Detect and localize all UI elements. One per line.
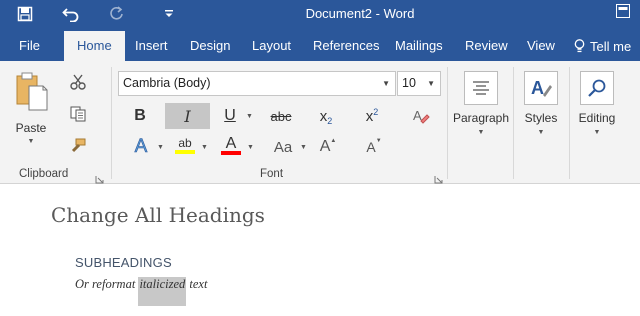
superscript-button[interactable]: x2 [358, 103, 386, 129]
tab-home[interactable]: Home [64, 31, 125, 61]
copy-icon[interactable] [64, 101, 92, 127]
font-size-combo[interactable]: 10 ▼ [397, 71, 441, 96]
highlight-color-bar [175, 149, 195, 154]
group-separator [447, 67, 448, 179]
ribbon-tabs: File Home Insert Design Layout Reference… [0, 31, 640, 61]
editing-button[interactable]: Editing ▼ [574, 67, 620, 163]
ribbon-display-options-icon[interactable] [616, 4, 630, 18]
chevron-down-icon[interactable]: ▼ [201, 144, 208, 151]
group-separator [513, 67, 514, 179]
body-paragraph[interactable]: Or reformat italicized text [75, 277, 208, 306]
tab-review[interactable]: Review [465, 31, 508, 61]
shrink-font-button[interactable]: A ▼ [362, 134, 386, 160]
strikethrough-button[interactable]: abc [264, 103, 298, 129]
font-color-label: A [225, 134, 237, 152]
group-separator [111, 67, 112, 179]
font-group-label: Font [260, 168, 284, 180]
tab-references[interactable]: References [313, 31, 379, 61]
chevron-down-icon: ▼ [382, 79, 390, 88]
caret-up-icon: ▲ [330, 138, 337, 144]
body-text-end: text [186, 277, 208, 291]
paragraph-label: Paragraph [452, 111, 510, 125]
tab-view[interactable]: View [527, 31, 555, 61]
clipboard-launcher-icon[interactable] [95, 171, 104, 184]
highlight-button[interactable]: ab [172, 132, 198, 158]
font-color-button[interactable]: A [218, 132, 244, 158]
editing-label: Editing [578, 111, 616, 125]
tell-me-label: Tell me [590, 38, 632, 54]
grow-font-label: A [319, 138, 331, 155]
chevron-down-icon: ▼ [477, 129, 485, 136]
change-case-button[interactable]: Aa [268, 134, 298, 160]
styles-button[interactable]: A Styles ▼ [518, 67, 564, 163]
tab-insert[interactable]: Insert [135, 31, 168, 61]
subscript-letter: x [319, 107, 328, 125]
italic-button[interactable]: I [165, 103, 210, 129]
chevron-down-icon[interactable]: ▼ [247, 144, 254, 151]
highlight-label: ab [178, 135, 192, 150]
ribbon-home: Paste ▼ Clipboard Cambria (Body) ▼ 10 ▼ … [0, 61, 640, 184]
title-bar: Document2 - Word [0, 0, 640, 31]
caret-down-icon: ▼ [375, 138, 382, 144]
clipboard-paste-icon [8, 67, 54, 115]
document-title: Document2 - Word [305, 6, 415, 21]
font-size-value: 10 [402, 76, 416, 90]
shrink-font-label: A [366, 139, 376, 155]
styles-icon: A [524, 71, 558, 105]
font-color-bar [221, 150, 241, 155]
font-name-combo[interactable]: Cambria (Body) ▼ [118, 71, 396, 96]
tab-file[interactable]: File [19, 31, 40, 61]
body-text: Or reformat [75, 277, 139, 291]
clear-formatting-icon[interactable]: A [408, 103, 434, 129]
format-painter-icon[interactable] [64, 133, 92, 159]
heading-2[interactable]: SUBHEADINGS [75, 255, 172, 270]
chevron-down-icon: ▼ [427, 79, 435, 88]
chevron-down-icon: ▼ [593, 129, 601, 136]
cut-icon[interactable] [64, 69, 92, 95]
svg-text:A: A [531, 78, 544, 98]
subscript-mark: 2 [327, 115, 333, 126]
paragraph-icon [464, 71, 498, 105]
text-effects-button[interactable]: A [127, 134, 155, 160]
font-launcher-icon[interactable] [434, 171, 443, 184]
heading-1[interactable]: Change All Headings [51, 203, 265, 227]
tab-layout[interactable]: Layout [252, 31, 291, 61]
lightbulb-icon [574, 38, 585, 54]
chevron-down-icon[interactable]: ▼ [300, 144, 307, 151]
tell-me-box[interactable]: Tell me [574, 31, 631, 61]
chevron-down-icon[interactable]: ▼ [157, 144, 164, 151]
underline-button[interactable]: U [218, 103, 242, 129]
paragraph-button[interactable]: Paragraph ▼ [452, 67, 510, 163]
tab-mailings[interactable]: Mailings [395, 31, 443, 61]
group-separator [569, 67, 570, 179]
styles-label: Styles [524, 111, 558, 125]
subscript-button[interactable]: x2 [312, 103, 340, 129]
superscript-letter: x [365, 107, 374, 125]
tab-design[interactable]: Design [190, 31, 230, 61]
search-icon [580, 71, 614, 105]
chevron-down-icon: ▼ [27, 138, 35, 145]
chevron-down-icon[interactable]: ▼ [246, 113, 253, 120]
bold-button[interactable]: B [125, 103, 155, 129]
font-name-value: Cambria (Body) [123, 76, 211, 90]
paste-button[interactable]: Paste ▼ [8, 67, 54, 163]
clipboard-group-label: Clipboard [19, 168, 69, 180]
selected-text[interactable]: italicized [138, 277, 187, 306]
document-page[interactable]: Change All Headings SUBHEADINGS Or refor… [0, 185, 640, 316]
superscript-mark: 2 [373, 106, 379, 117]
grow-font-button[interactable]: A ▲ [316, 134, 340, 160]
paste-label: Paste [15, 121, 47, 135]
chevron-down-icon: ▼ [537, 129, 545, 136]
